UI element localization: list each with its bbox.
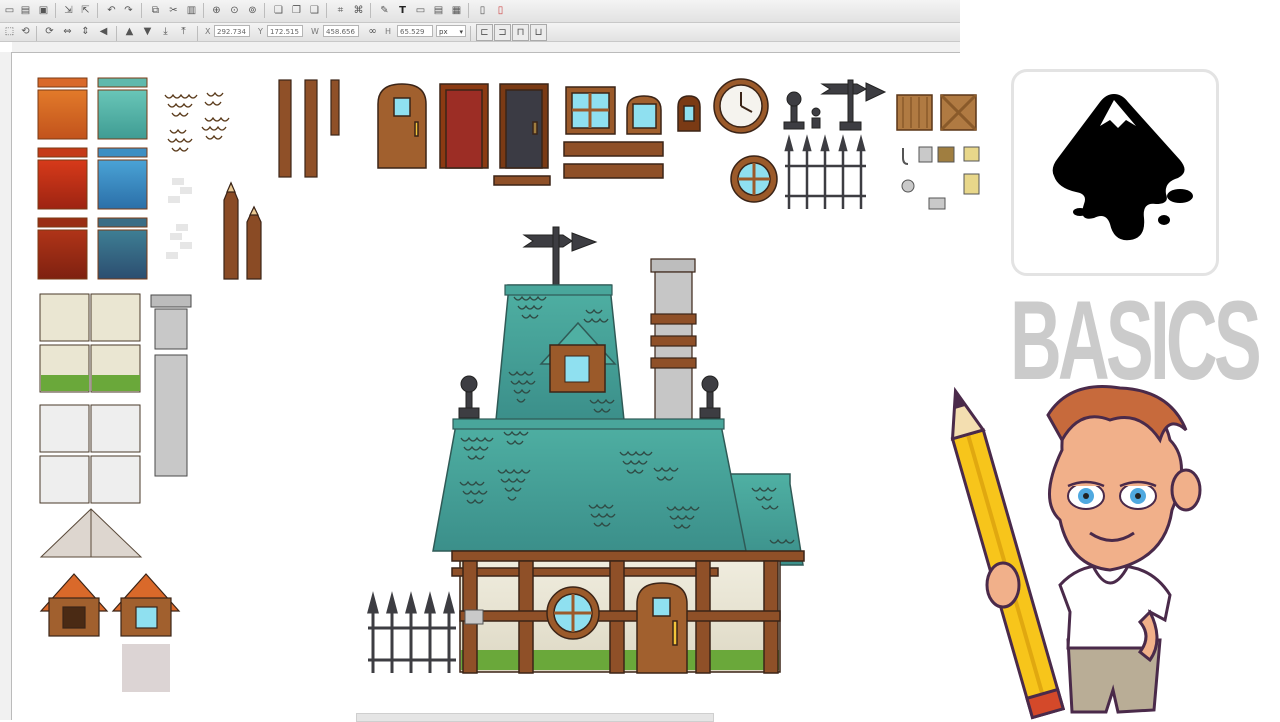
w-label: W — [311, 27, 319, 36]
copy-icon[interactable]: ⧉ — [148, 3, 163, 18]
scale-corners-icon[interactable]: ⊐ — [494, 24, 511, 41]
unit-value: px — [439, 28, 448, 36]
controls-toolbar: ⬚ ⟲ ⟳ ⇔ ⇕ ◀ ▲ ▼ ⤓ ⤒ X 292.734 Y 172.515 … — [0, 23, 960, 42]
toolbar-divider — [470, 26, 471, 41]
fill-stroke-icon[interactable]: ✎ — [377, 3, 392, 18]
zoom-page-icon[interactable]: ⊚ — [245, 3, 260, 18]
hardware — [901, 146, 980, 210]
toolbar-divider — [116, 26, 117, 41]
wood-stakes — [223, 181, 262, 280]
fence-large — [367, 591, 456, 673]
gable — [39, 508, 143, 558]
zoom-drawing-icon[interactable]: ⊙ — [227, 3, 242, 18]
h-label: H — [385, 27, 392, 36]
toolbar-divider — [326, 3, 327, 18]
x-field[interactable]: 292.734 — [214, 25, 250, 37]
move-patterns-icon[interactable]: ⊔ — [530, 24, 547, 41]
align-icon[interactable]: ▤ — [431, 3, 446, 18]
y-label: Y — [258, 27, 263, 36]
roof-scales — [164, 91, 230, 152]
xml-editor-icon[interactable]: ▭ — [413, 3, 428, 18]
lower-bottom-icon[interactable]: ⤓ — [158, 24, 173, 39]
export-icon[interactable]: ⇱ — [78, 3, 93, 18]
import-icon[interactable]: ⇲ — [61, 3, 76, 18]
cartoon-character — [950, 385, 1202, 720]
color-tiles — [37, 77, 148, 280]
y-field[interactable]: 172.515 — [267, 25, 303, 37]
main-toolbar: ▭ ▤ ▣ ⇲ ⇱ ↶ ↷ ⧉ ✂ ▥ ⊕ ⊙ ⊚ ❏ ❐ ❑ ⌗ ⌘ ✎ T … — [0, 0, 960, 23]
text-font-icon[interactable]: T — [395, 3, 410, 18]
preferences-icon[interactable]: ▦ — [449, 3, 464, 18]
group-icon[interactable]: ⌗ — [333, 3, 348, 18]
wood-planks — [278, 79, 340, 178]
vertical-ruler — [0, 52, 12, 720]
h-field[interactable]: 65.529 — [397, 25, 433, 37]
clock-icon — [713, 78, 769, 134]
basics-title: BASICS — [1010, 278, 1262, 403]
select-all-icon[interactable]: ⬚ — [2, 24, 17, 39]
main-house — [432, 226, 805, 674]
move-gradients-icon[interactable]: ⊓ — [512, 24, 529, 41]
crates — [896, 93, 978, 132]
flip-horizontal-icon[interactable]: ⇔ — [60, 24, 75, 39]
toolbar-divider — [197, 26, 198, 41]
scale-stroke-icon[interactable]: ⊏ — [476, 24, 493, 41]
toolbar-divider — [141, 3, 142, 18]
duplicate-icon[interactable]: ❏ — [271, 3, 286, 18]
inkscape-logo-icon — [1052, 94, 1193, 241]
toolbar-divider — [55, 3, 56, 18]
redo-icon[interactable]: ↷ — [121, 3, 136, 18]
horizontal-scrollbar[interactable] — [356, 713, 714, 722]
lower-icon[interactable]: ▼ — [140, 24, 155, 39]
rotate-ccw-icon[interactable]: ⟲ — [18, 24, 33, 39]
horizontal-ruler — [12, 42, 960, 53]
toolbar-divider — [264, 3, 265, 18]
inkscape-logo-box — [1011, 69, 1219, 276]
wall-tiles — [39, 293, 141, 504]
zoom-selection-icon[interactable]: ⊕ — [209, 3, 224, 18]
finials — [783, 91, 821, 130]
chimney-pieces — [150, 294, 192, 477]
doors — [377, 83, 549, 169]
round-window — [730, 155, 778, 203]
raise-top-icon[interactable]: ⤒ — [176, 24, 191, 39]
save-icon[interactable]: ▣ — [36, 3, 51, 18]
toolbar-divider — [203, 3, 204, 18]
open-icon[interactable]: ▤ — [18, 3, 33, 18]
brick-marks — [166, 178, 192, 259]
new-icon[interactable]: ▭ — [2, 3, 17, 18]
print-icon[interactable]: ▯ — [493, 3, 508, 18]
toolbar-divider — [36, 26, 37, 41]
rotate-cw-icon[interactable]: ⟳ — [42, 24, 57, 39]
w-field[interactable]: 458.656 — [323, 25, 359, 37]
toolbar-divider — [370, 3, 371, 18]
raise-icon[interactable]: ▲ — [122, 24, 137, 39]
fence-small — [784, 134, 866, 209]
clone-icon[interactable]: ❐ — [289, 3, 304, 18]
lock-ratio-icon[interactable]: ∞ — [365, 24, 380, 39]
paste-icon[interactable]: ▥ — [184, 3, 199, 18]
document-properties-icon[interactable]: ▯ — [475, 3, 490, 18]
x-label: X — [205, 27, 211, 36]
flip-vertical-icon[interactable]: ⇕ — [78, 24, 93, 39]
undo-icon[interactable]: ↶ — [104, 3, 119, 18]
unit-select[interactable]: px ▾ — [436, 25, 466, 37]
chevron-down-icon: ▾ — [459, 28, 463, 36]
windows — [493, 86, 701, 186]
raise-top-icon[interactable]: ◀ — [96, 24, 111, 39]
toolbar-divider — [97, 3, 98, 18]
ungroup-icon[interactable]: ⌘ — [351, 3, 366, 18]
toolbar-divider — [468, 3, 469, 18]
dormers-small — [39, 573, 181, 692]
unlink-clone-icon[interactable]: ❑ — [307, 3, 322, 18]
weathervane-small — [820, 79, 887, 131]
cut-icon[interactable]: ✂ — [166, 3, 181, 18]
